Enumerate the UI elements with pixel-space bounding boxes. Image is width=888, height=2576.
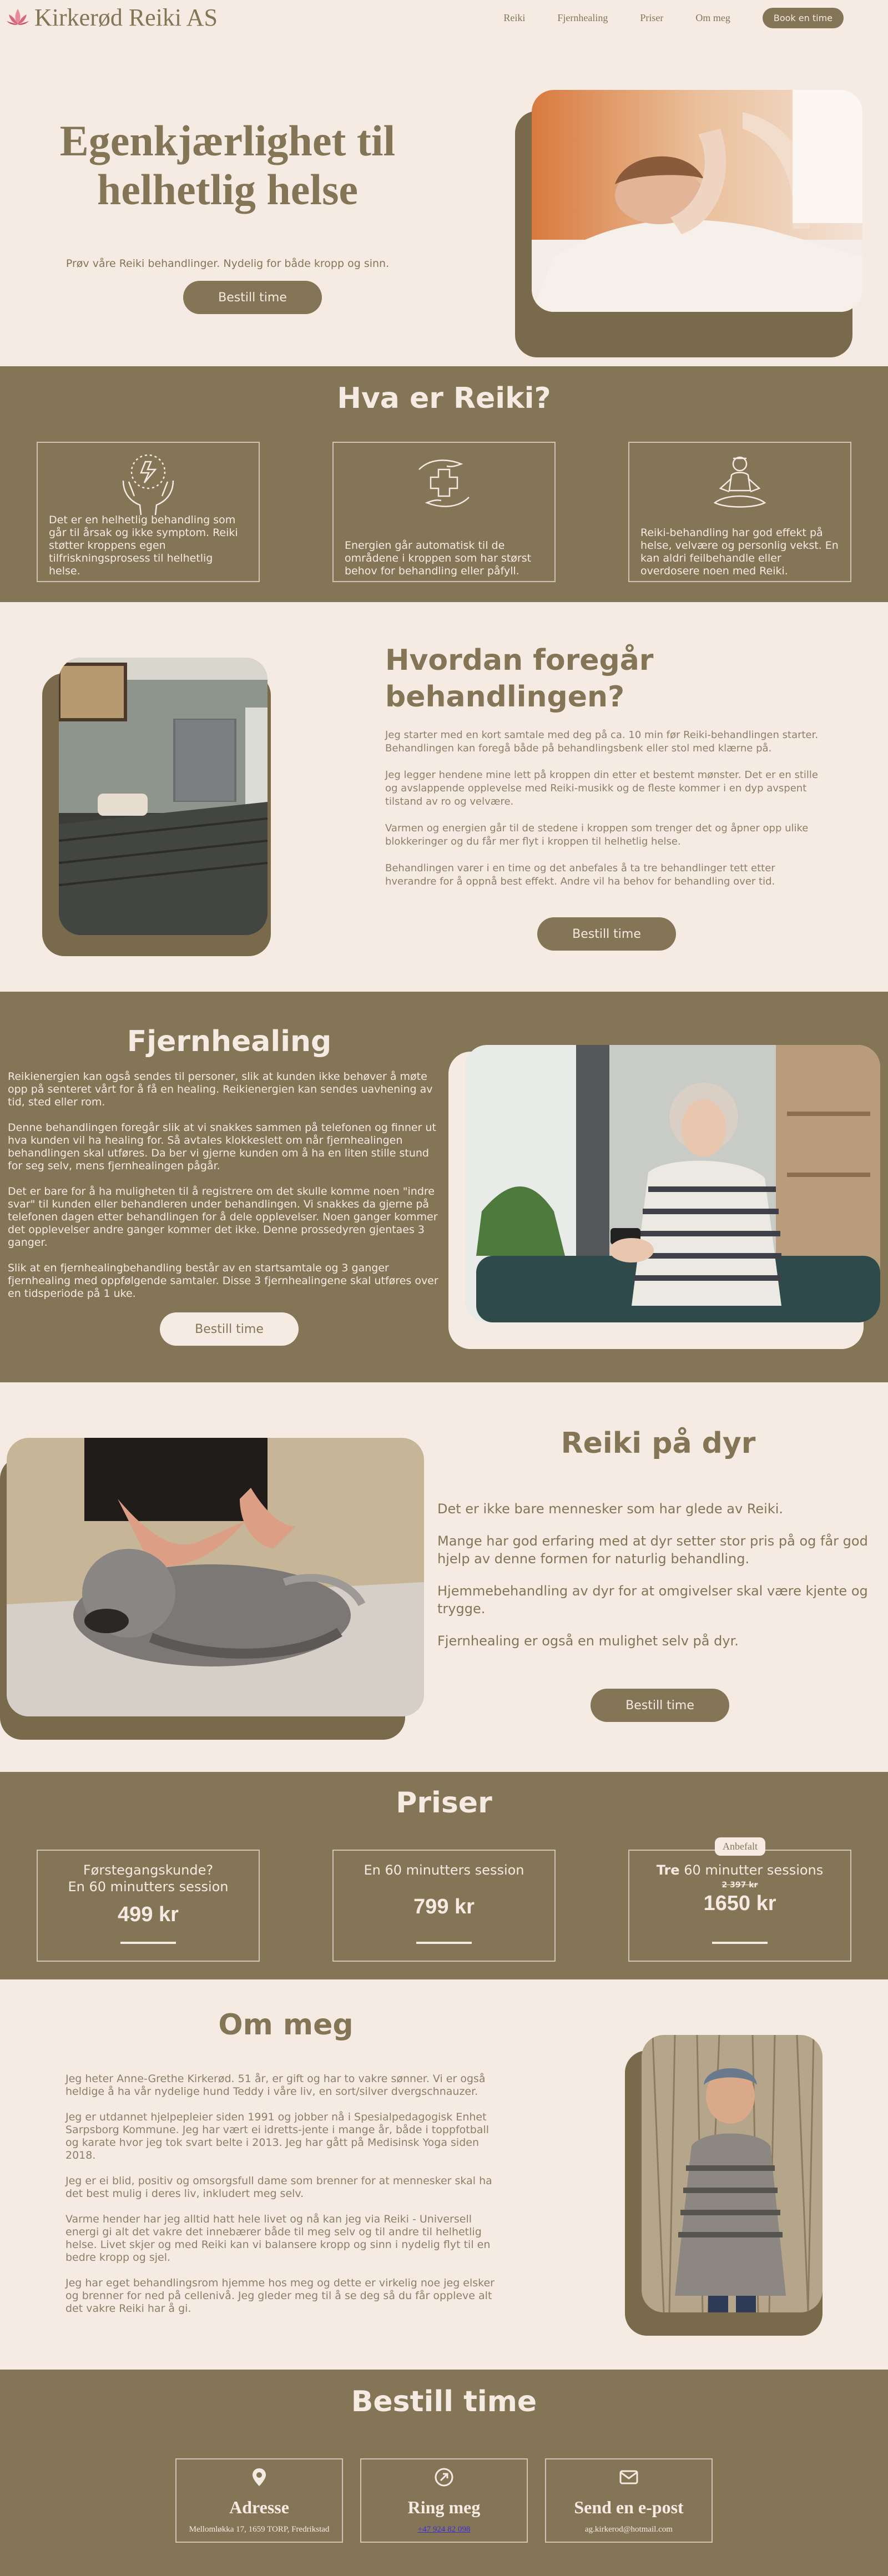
fjern-paragraph: Reikienergien kan også sendes til person… (8, 1070, 433, 1108)
how-paragraph: Jeg legger hendene mine lett på kroppen … (385, 769, 818, 807)
how-title: Hvordan foregår behandlingen? (385, 644, 654, 714)
price-value: 499 kr (118, 1903, 179, 1926)
om-paragraph: Jeg er ei blid, positiv og omsorgsfull d… (65, 2175, 492, 2200)
logo[interactable]: Kirkerød Reiki AS (4, 4, 218, 31)
om-text: Jeg heter Anne-Grethe Kirkerød. 51 år, e… (65, 2073, 504, 2328)
reiki-card-3-text: Reiki-behandling har god effekt på helse… (640, 527, 839, 577)
fjern-paragraph: Slik at en fjernhealingbehandling består… (8, 1262, 438, 1300)
how-paragraph: Jeg starter med en kort samtale med deg … (385, 729, 819, 754)
phone-icon (435, 2468, 453, 2487)
price-card-label: En 60 minutters session (364, 1862, 524, 1878)
address-value: Mellomløkka 17, 1659 TORP, Fredrikstad (189, 2525, 330, 2534)
book-button[interactable]: Book en time (762, 8, 844, 28)
reiki-card-3: Reiki-behandling har god effekt på helse… (628, 442, 851, 582)
reiki-section: Hva er Reiki? Det er en helhetlig behand… (0, 366, 888, 602)
om-meg-section: Om meg Jeg heter Anne-Grethe Kirkerød. 5… (0, 1979, 888, 2370)
fjern-text: Reikienergien kan også sendes til person… (8, 1070, 444, 1313)
dyr-text: Det er ikke bare mennesker som har glede… (437, 1500, 876, 1664)
dyr-paragraph: Hjemmebehandling av dyr for at omgivelse… (437, 1583, 868, 1617)
priser-title: Priser (396, 1786, 492, 1820)
reiki-card-1-text: Det er en helhetlig behandling som går t… (49, 514, 238, 577)
dyr-paragraph: Mange har god erfaring med at dyr setter… (437, 1533, 868, 1567)
price-card-label: En 60 minutters session (68, 1879, 229, 1895)
how-paragraph: Varmen og energien går til de stedene i … (385, 822, 809, 847)
fjern-title: Fjernhealing (127, 1025, 332, 1058)
phone-link[interactable]: +47 924 82 098 (361, 2525, 527, 2534)
reiki-card-2-text: Energien går automatisk til de områdene … (345, 539, 532, 577)
fjern-book-button[interactable]: Bestill time (160, 1312, 299, 1346)
old-price: 2 397 kr (722, 1881, 758, 1890)
contact-heading: Ring meg (407, 2497, 481, 2517)
fjern-paragraph: Det er bare for å ha muligheten til å re… (8, 1185, 438, 1249)
healing-hands-icon (122, 454, 174, 516)
divider (712, 1942, 768, 1944)
email-value[interactable]: ag.kirkerod@hotmail.com (546, 2525, 712, 2534)
om-paragraph: Jeg har eget behandlingsrom hjemme hos m… (65, 2277, 495, 2315)
hero-book-button[interactable]: Bestill time (183, 281, 322, 314)
reiki-card-2: Energien går automatisk til de områdene … (332, 442, 556, 582)
priser-section: Priser Førstegangskunde? En 60 minutters … (0, 1772, 888, 1979)
fjern-paragraph: Denne behandlingen foregår slik at vi sn… (8, 1122, 436, 1172)
reiki-title: Hva er Reiki? (337, 382, 551, 415)
om-photo (642, 2035, 823, 2312)
dyr-paragraph: Det er ikke bare mennesker som har glede… (437, 1501, 784, 1517)
fjernhealing-section: Fjernhealing Reikienergien kan også send… (0, 992, 888, 1382)
how-book-button[interactable]: Bestill time (537, 917, 676, 951)
location-pin-icon (253, 2468, 266, 2486)
dyr-book-button[interactable]: Bestill time (591, 1689, 729, 1722)
om-title: Om meg (218, 2008, 354, 2042)
price-card-three[interactable]: Anbefalt Tre 60 minutter sessions 2 397 … (628, 1837, 851, 1962)
dyr-title: Reiki på dyr (561, 1427, 756, 1460)
price-card-single[interactable]: En 60 minutters session 799 kr (332, 1850, 556, 1962)
divider (120, 1942, 176, 1944)
fjern-photo (465, 1045, 880, 1322)
hero-photo (532, 90, 862, 312)
logo-text: Kirkerød Reiki AS (34, 4, 218, 31)
hero-subtitle: Prøv våre Reiki behandlinger. Nydelig fo… (65, 257, 390, 270)
envelope-icon (619, 2470, 638, 2484)
dyr-paragraph: Fjernhealing er også en mulighet selv på… (437, 1633, 739, 1649)
price-card-label: Førstegangskunde? (83, 1862, 214, 1878)
bestill-title: Bestill time (351, 2385, 537, 2418)
bestill-section: Bestill time Adresse Mellomløkka 17, 165… (0, 2370, 888, 2576)
price-card-first-time[interactable]: Førstegangskunde? En 60 minutters session… (37, 1850, 260, 1962)
how-photo (59, 658, 268, 935)
reiki-card-1: Det er en helhetlig behandling som går t… (37, 442, 260, 582)
top-nav: Kirkerød Reiki AS Reiki Fjernhealing Pri… (0, 0, 888, 34)
lotus-logo-icon (7, 9, 29, 25)
contact-address-card: Adresse Mellomløkka 17, 1659 TORP, Fredr… (175, 2458, 343, 2543)
contact-heading: Send en e-post (574, 2497, 684, 2517)
contact-email-card: Send en e-post ag.kirkerod@hotmail.com (545, 2458, 713, 2543)
hero-section: Egenkjærlighet til helhetlig helse Prøv … (0, 34, 888, 366)
how-text: Jeg starter med en kort samtale med deg … (385, 729, 824, 902)
dyr-photo (7, 1438, 424, 1716)
dyr-section: Reiki på dyr Det er ikke bare mennesker … (0, 1382, 888, 1772)
divider (416, 1942, 472, 1944)
hero-title: Egenkjærlighet til helhetlig helse (59, 117, 396, 214)
recommended-badge: Anbefalt (715, 1837, 765, 1856)
nav-fjernhealing[interactable]: Fjernhealing (557, 12, 608, 24)
main-menu: Reiki Fjernhealing Priser Om meg Book en… (503, 8, 844, 28)
price-card-bold: Tre (656, 1862, 680, 1878)
nav-priser[interactable]: Priser (640, 12, 663, 24)
price-value: 799 kr (413, 1895, 475, 1918)
price-value: 1650 kr (703, 1892, 776, 1915)
om-paragraph: Jeg heter Anne-Grethe Kirkerød. 51 år, e… (65, 2073, 486, 2098)
hands-cross-icon (418, 459, 470, 507)
how-paragraph: Behandlingen varer i en time og det anbe… (385, 862, 775, 887)
contact-phone-card: Ring meg +47 924 82 098 (360, 2458, 528, 2543)
nav-reiki[interactable]: Reiki (503, 12, 525, 24)
contact-heading: Adresse (229, 2497, 289, 2517)
price-card-label: 60 minutter sessions (679, 1862, 824, 1878)
om-paragraph: Varme hender har jeg alltid hatt hele li… (65, 2213, 491, 2264)
how-section: Hvordan foregår behandlingen? Jeg starte… (0, 602, 888, 992)
nav-om-meg[interactable]: Om meg (695, 12, 730, 24)
om-paragraph: Jeg er utdannet hjelpepleier siden 1991 … (65, 2111, 490, 2161)
meditation-icon (713, 456, 766, 508)
